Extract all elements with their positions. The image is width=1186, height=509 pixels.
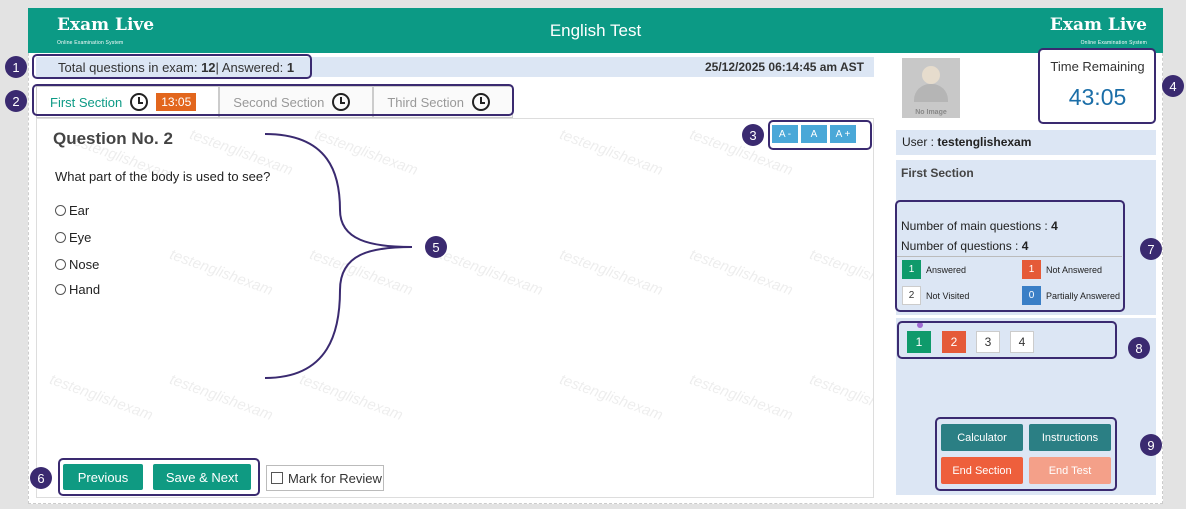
callout-5: 5 <box>425 236 447 258</box>
callout-1: 1 <box>5 56 27 78</box>
callout-2: 2 <box>5 90 27 112</box>
callout-3: 3 <box>742 124 764 146</box>
callout-8: 8 <box>1128 337 1150 359</box>
callout-9: 9 <box>1140 434 1162 456</box>
callout-4: 4 <box>1162 75 1184 97</box>
brace-annotation <box>264 133 413 379</box>
page: Exam Live Online Examination System Engl… <box>0 0 1186 509</box>
callout-7: 7 <box>1140 238 1162 260</box>
callout-6: 6 <box>30 467 52 489</box>
